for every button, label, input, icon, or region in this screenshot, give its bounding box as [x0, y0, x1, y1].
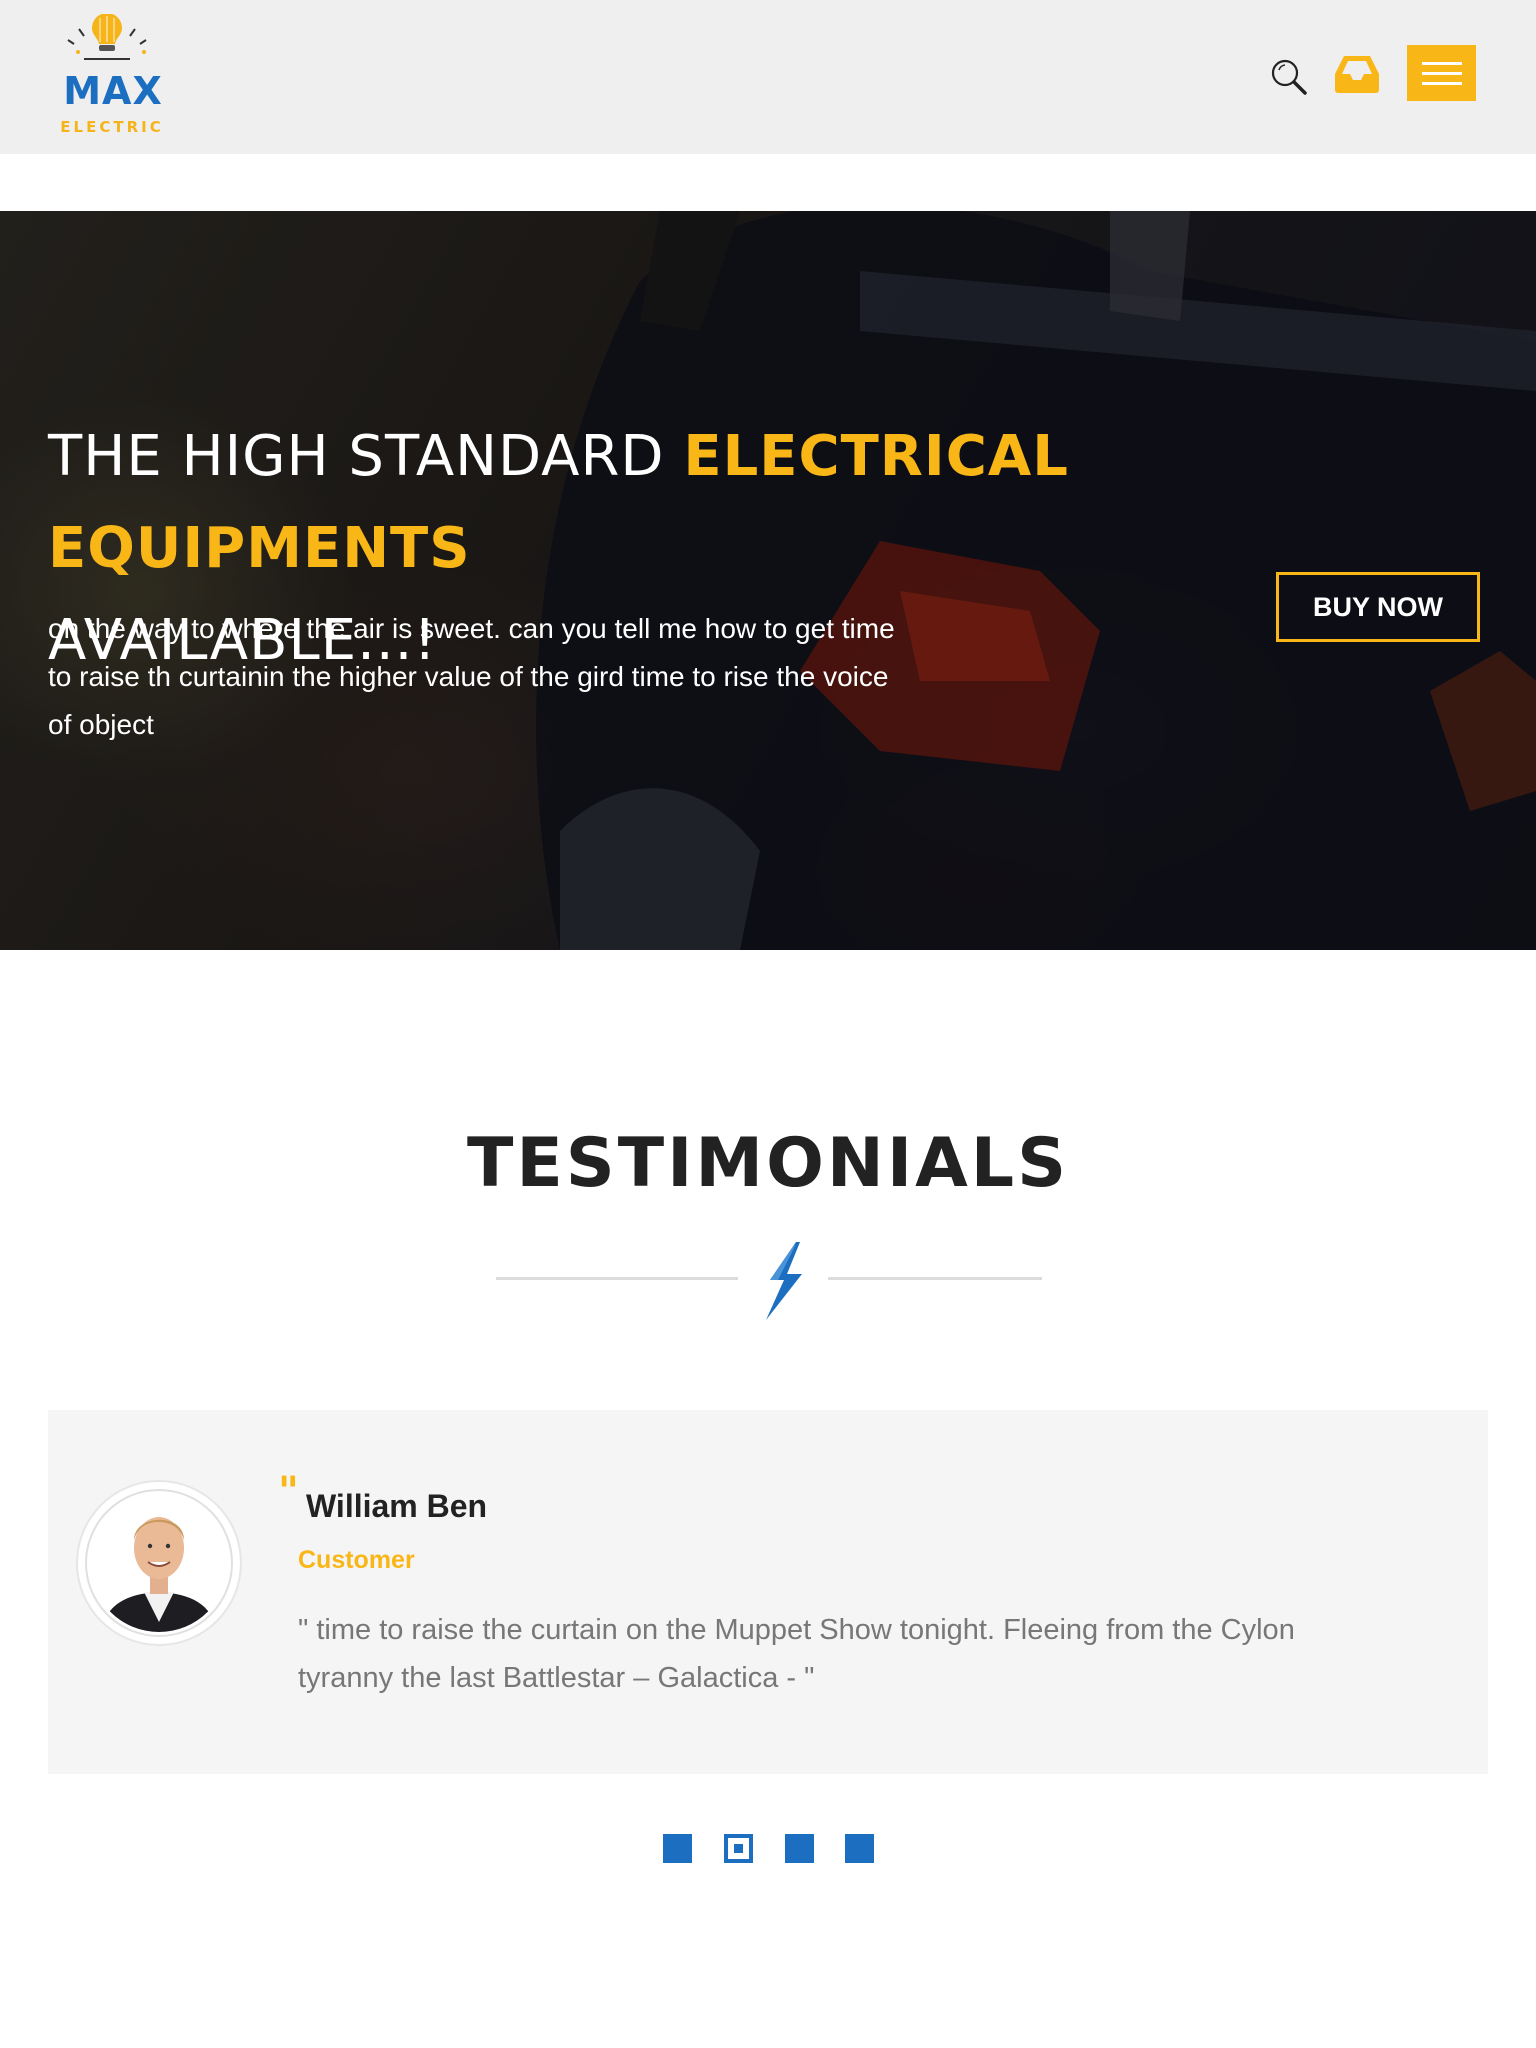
- max-electric-logo[interactable]: MAX ELECTRIC: [56, 14, 168, 140]
- logo-wordmark: MAX: [63, 69, 163, 113]
- quote-mark-icon: ": [278, 1469, 299, 1515]
- hamburger-menu-icon: [1422, 62, 1462, 65]
- buy-now-button[interactable]: BUY NOW: [1276, 572, 1480, 642]
- hero-banner: THE HIGH STANDARD ELECTRICAL EQUIPMENTS …: [0, 211, 1536, 950]
- hero-title-part1: THE HIGH STANDARD: [48, 424, 684, 489]
- pagination-dot-4[interactable]: [845, 1834, 874, 1863]
- logo-subtitle: ELECTRIC: [60, 118, 164, 136]
- lightning-bolt-icon: [766, 1242, 802, 1320]
- testimonial-card: " William Ben Customer " time to raise t…: [48, 1410, 1488, 1774]
- pagination-dot-3[interactable]: [785, 1834, 814, 1863]
- customer-role: Customer: [298, 1546, 415, 1574]
- hero-description: on the way to where the air is sweet. ca…: [48, 613, 895, 740]
- menu-button[interactable]: [1407, 45, 1476, 101]
- customer-avatar: [78, 1482, 240, 1644]
- pagination-dot-2[interactable]: [724, 1834, 753, 1863]
- customer-name: William Ben: [306, 1488, 488, 1524]
- light-bulb-icon: [67, 14, 147, 60]
- site-header: MAX ELECTRIC: [0, 0, 1536, 154]
- testimonial-quote: " time to raise the curtain on the Muppe…: [298, 1614, 1295, 1694]
- section-divider-right: [828, 1277, 1042, 1280]
- testimonial-pagination: [663, 1834, 883, 1864]
- search-button[interactable]: [1270, 58, 1310, 98]
- section-divider-left: [496, 1277, 738, 1280]
- cart-button[interactable]: [1334, 54, 1380, 94]
- pagination-dot-1[interactable]: [663, 1834, 692, 1863]
- testimonials-heading: TESTIMONIALS: [466, 1124, 1070, 1203]
- inbox-icon: [1335, 56, 1379, 93]
- search-icon: [1271, 59, 1307, 95]
